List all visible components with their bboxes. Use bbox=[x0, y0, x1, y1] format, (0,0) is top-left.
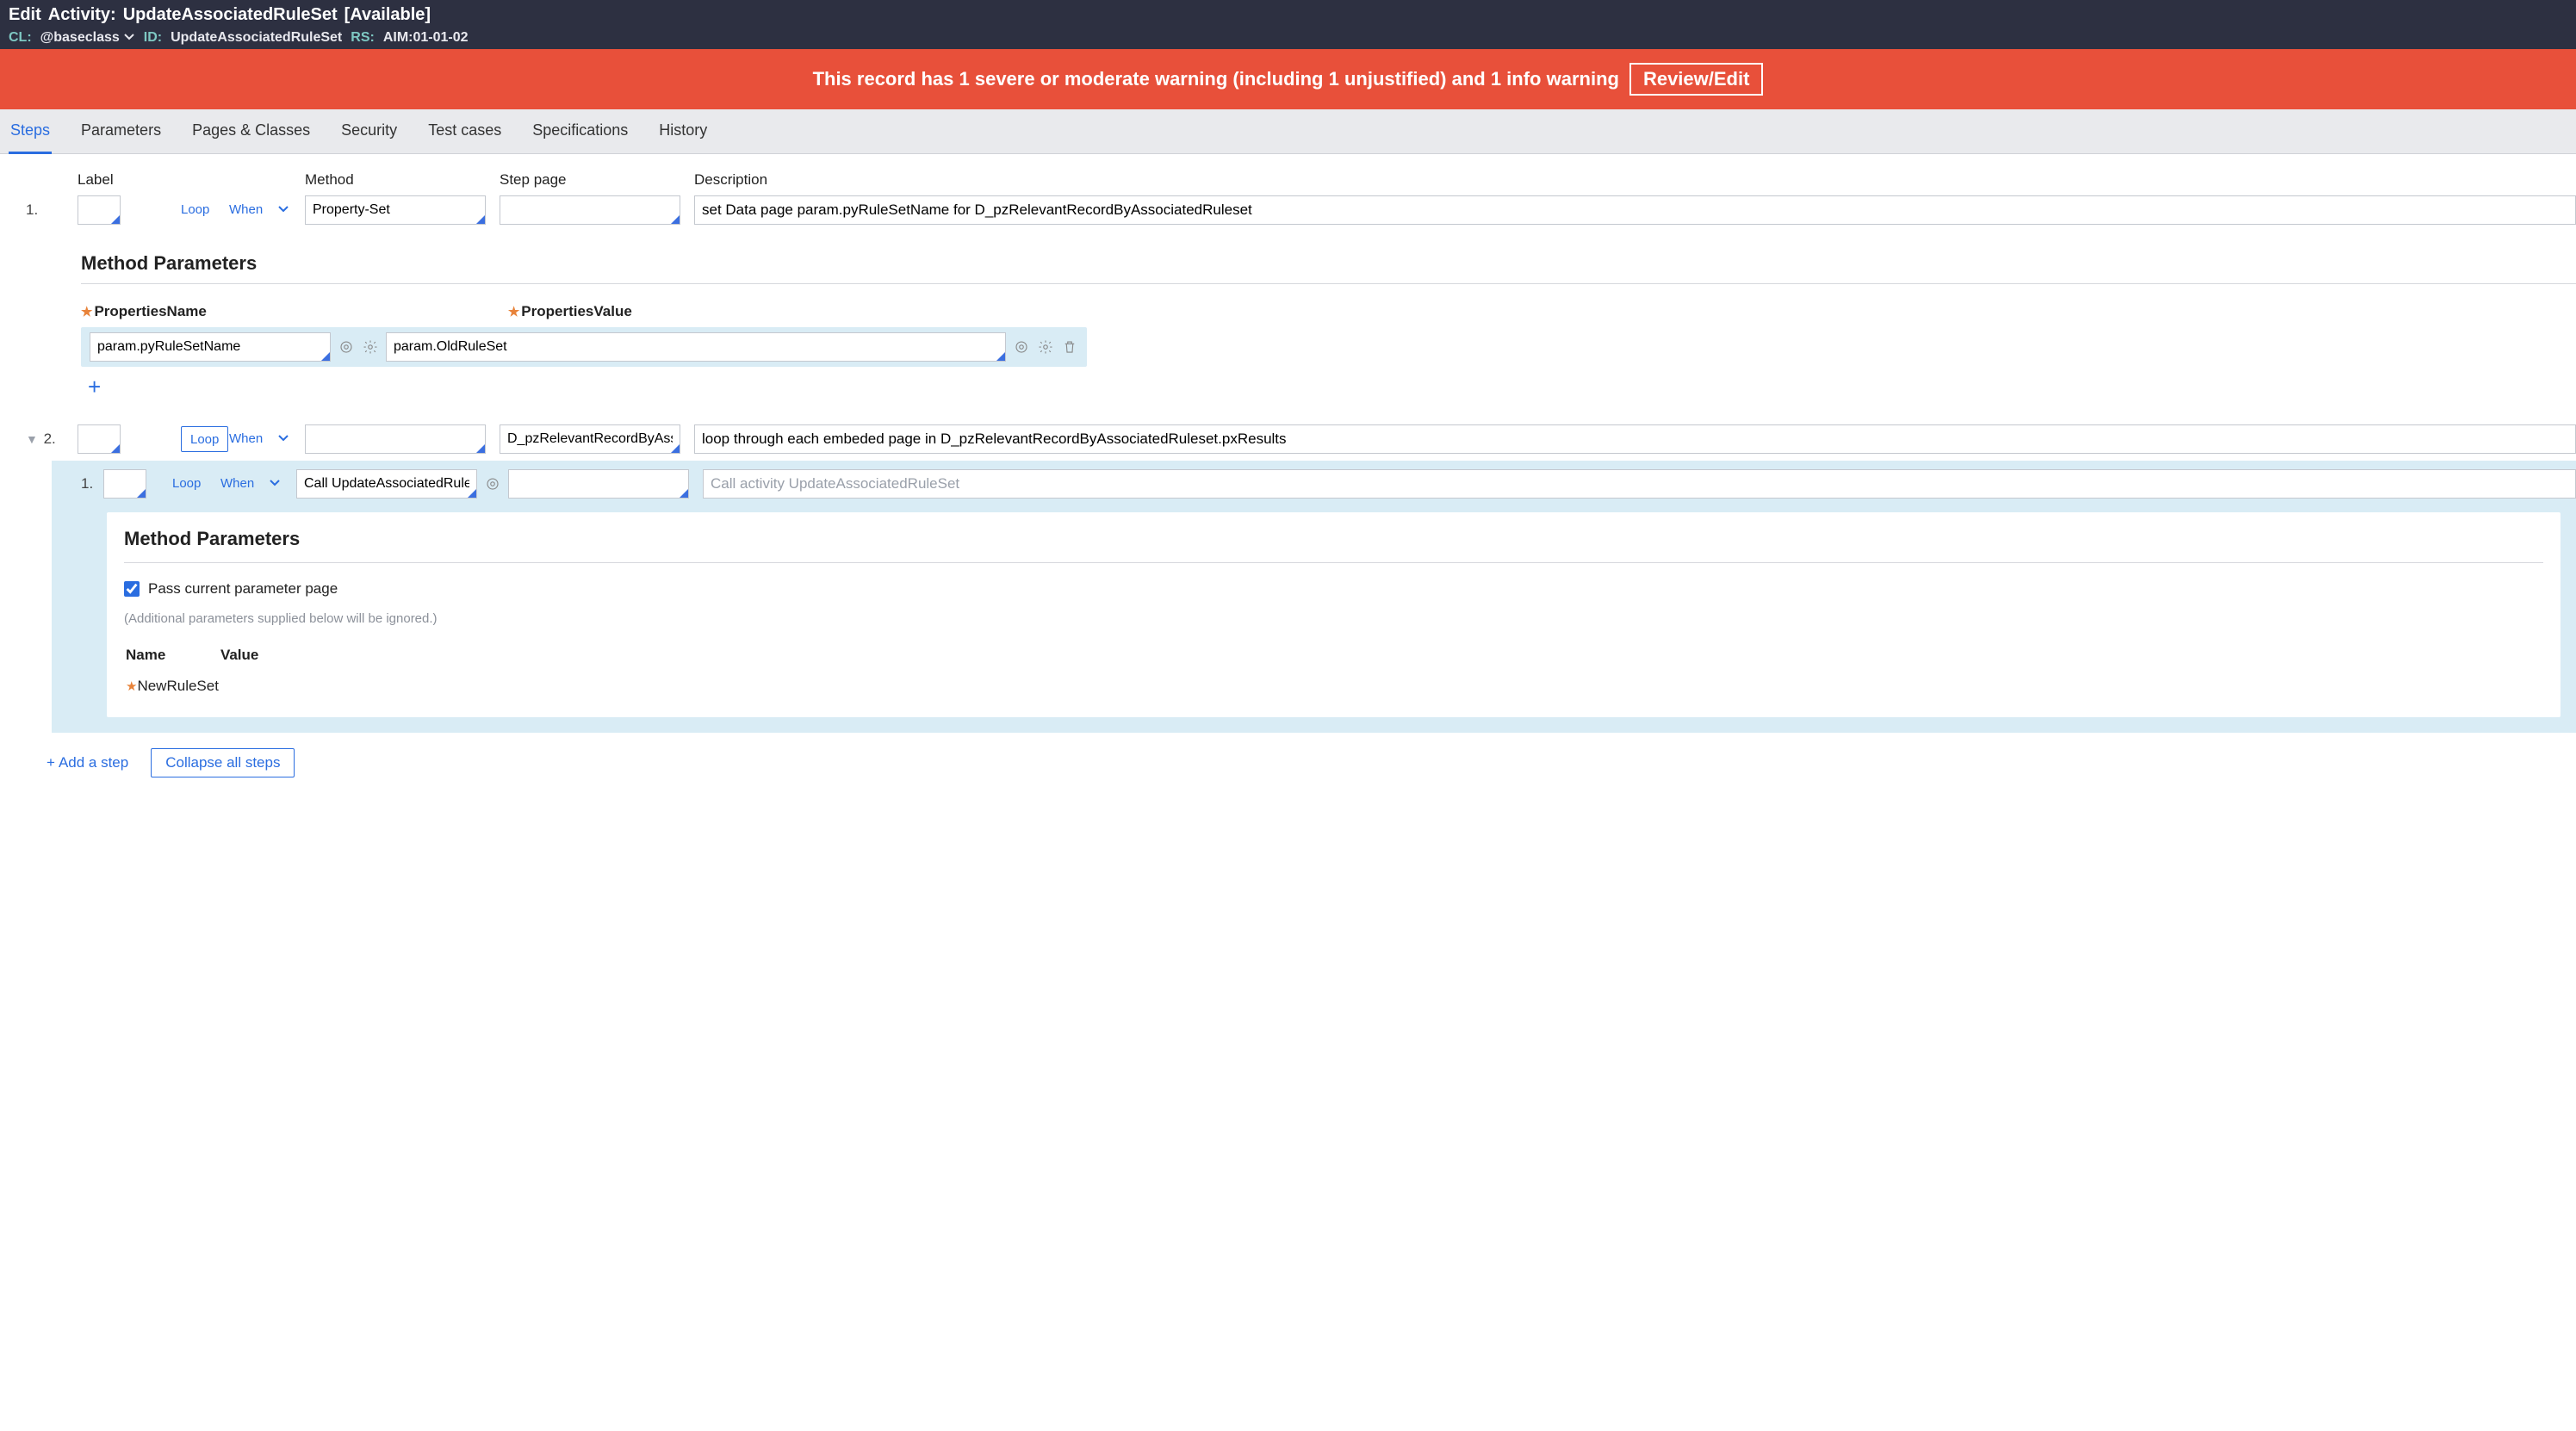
divider bbox=[81, 283, 2576, 284]
child-th-name: Name bbox=[126, 647, 219, 664]
review-edit-button[interactable]: Review/Edit bbox=[1629, 63, 1763, 96]
tab-strip: Steps Parameters Pages & Classes Securit… bbox=[0, 109, 2576, 154]
collapse-all-button[interactable]: Collapse all steps bbox=[151, 748, 295, 777]
id-value: UpdateAssociatedRuleSet bbox=[171, 30, 342, 46]
tab-specifications[interactable]: Specifications bbox=[531, 109, 630, 153]
required-icon: ★ bbox=[126, 679, 137, 694]
collapse-caret-icon[interactable]: ▼ bbox=[26, 432, 38, 446]
step2-method-input[interactable] bbox=[305, 424, 486, 454]
steps-canvas: Label Method Step page Description 1. Lo… bbox=[0, 154, 2576, 803]
chevron-down-icon[interactable] bbox=[269, 476, 281, 490]
required-icon: ★ bbox=[81, 304, 92, 319]
gear-icon[interactable] bbox=[1037, 338, 1054, 356]
col-description: Description bbox=[694, 171, 2576, 194]
step2-loop-button[interactable]: Loop bbox=[181, 426, 228, 452]
col-method: Method bbox=[305, 171, 486, 194]
warning-bar: This record has 1 severe or moderate war… bbox=[0, 49, 2576, 109]
step1-when-link[interactable]: When bbox=[229, 202, 263, 217]
edit-label: Edit bbox=[9, 5, 41, 25]
target-icon[interactable] bbox=[338, 338, 355, 356]
method-param-row bbox=[81, 327, 1087, 367]
target-icon[interactable] bbox=[1013, 338, 1030, 356]
footer-actions: + Add a step Collapse all steps bbox=[26, 733, 2576, 777]
step2-description-input[interactable] bbox=[694, 424, 2576, 454]
step2-label-input[interactable] bbox=[78, 424, 121, 454]
method-parameters-title: Method Parameters bbox=[124, 528, 2543, 550]
step1-loop-link[interactable]: Loop bbox=[181, 202, 209, 217]
step-row: ▼ 2. Loop When bbox=[26, 423, 2576, 455]
step-number: 2. bbox=[44, 431, 56, 447]
step-row: 1. Loop When bbox=[26, 194, 2576, 226]
step-row: 1. Loop When bbox=[52, 468, 2576, 500]
pass-param-label: Pass current parameter page bbox=[148, 580, 338, 598]
tab-test-cases[interactable]: Test cases bbox=[426, 109, 503, 153]
child-param-name: NewRuleSet bbox=[137, 678, 219, 694]
rule-header: Edit Activity: UpdateAssociatedRuleSet [… bbox=[0, 0, 2576, 49]
add-param-row-button[interactable]: + bbox=[88, 374, 2576, 400]
child-th-value: Value bbox=[220, 647, 293, 664]
divider bbox=[124, 562, 2543, 563]
cl-label: CL: bbox=[9, 30, 32, 46]
step2c-label-input[interactable] bbox=[103, 469, 146, 499]
rs-value: AIM:01-01-02 bbox=[383, 30, 469, 46]
method-parameters-title: Method Parameters bbox=[26, 226, 2576, 283]
step2c-when-link[interactable]: When bbox=[220, 476, 254, 491]
target-icon[interactable] bbox=[484, 475, 501, 492]
pass-param-checkbox[interactable] bbox=[124, 581, 140, 597]
step2c-steppage-input[interactable] bbox=[508, 469, 689, 499]
rule-type: Activity: bbox=[48, 5, 116, 25]
rule-name: UpdateAssociatedRuleSet bbox=[123, 5, 338, 25]
table-row: ★NewRuleSet bbox=[126, 666, 293, 695]
mp-name-input[interactable] bbox=[90, 332, 331, 362]
trash-icon[interactable] bbox=[1061, 338, 1078, 356]
tab-security[interactable]: Security bbox=[339, 109, 399, 153]
mp-value-input[interactable] bbox=[386, 332, 1006, 362]
mp-name-header: PropertiesName bbox=[94, 303, 206, 320]
step2c-loop-link[interactable]: Loop bbox=[172, 476, 201, 491]
pass-param-hint: (Additional parameters supplied below wi… bbox=[124, 611, 2543, 626]
rule-status: [Available] bbox=[345, 5, 431, 25]
step2-child-block: 1. Loop When Method Parameters Pass curr… bbox=[52, 461, 2576, 733]
chevron-down-icon[interactable] bbox=[277, 431, 289, 445]
pass-param-row[interactable]: Pass current parameter page bbox=[124, 580, 2543, 598]
step2c-description-input[interactable] bbox=[703, 469, 2576, 499]
step2c-method-input[interactable] bbox=[296, 469, 477, 499]
warning-text: This record has 1 severe or moderate war… bbox=[813, 68, 1619, 90]
step1-description-input[interactable] bbox=[694, 195, 2576, 225]
cl-value[interactable]: @baseclass bbox=[40, 30, 135, 46]
tab-history[interactable]: History bbox=[657, 109, 709, 153]
add-step-button[interactable]: + Add a step bbox=[47, 754, 128, 771]
chevron-down-icon bbox=[123, 30, 135, 46]
rs-label: RS: bbox=[351, 30, 375, 46]
step1-method-input[interactable] bbox=[305, 195, 486, 225]
chevron-down-icon[interactable] bbox=[277, 202, 289, 216]
child-method-params: Method Parameters Pass current parameter… bbox=[107, 512, 2560, 717]
tab-parameters[interactable]: Parameters bbox=[79, 109, 163, 153]
step2-steppage-input[interactable] bbox=[500, 424, 680, 454]
tab-pages-classes[interactable]: Pages & Classes bbox=[190, 109, 312, 153]
step1-steppage-input[interactable] bbox=[500, 195, 680, 225]
tab-steps[interactable]: Steps bbox=[9, 109, 52, 154]
mp-value-header: PropertiesValue bbox=[521, 303, 632, 320]
child-param-table: Name Value ★NewRuleSet bbox=[124, 645, 295, 697]
step2-when-link[interactable]: When bbox=[229, 431, 263, 446]
col-step-page: Step page bbox=[500, 171, 680, 194]
child-param-value bbox=[220, 666, 293, 695]
id-label: ID: bbox=[144, 30, 162, 46]
step-number: 1. bbox=[26, 201, 78, 219]
required-icon: ★ bbox=[508, 304, 519, 319]
gear-icon[interactable] bbox=[362, 338, 379, 356]
col-label: Label bbox=[78, 171, 181, 194]
step-number: 1. bbox=[52, 475, 103, 492]
step1-label-input[interactable] bbox=[78, 195, 121, 225]
